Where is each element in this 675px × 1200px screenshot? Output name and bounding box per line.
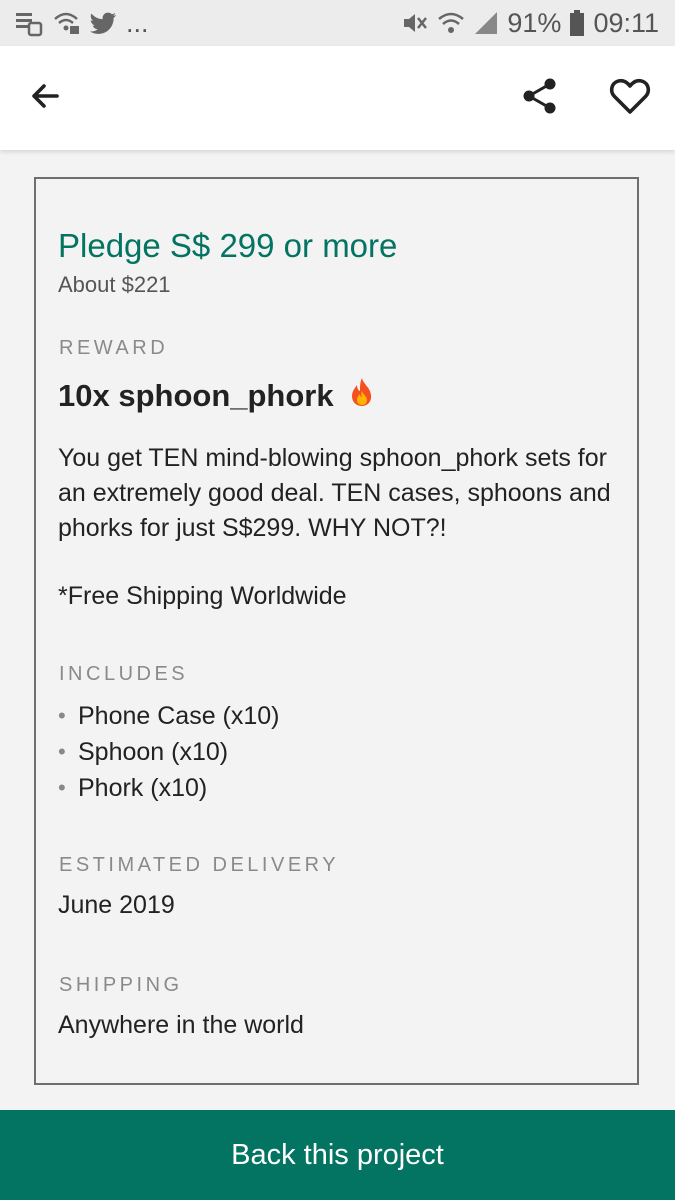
delivery-section-label: ESTIMATED DELIVERY	[59, 854, 340, 876]
reward-section-label: REWARD	[59, 337, 169, 359]
signal-icon	[473, 10, 499, 36]
battery-icon	[569, 9, 585, 37]
status-overflow-text: ...	[126, 7, 149, 38]
bullet: •	[58, 703, 66, 728]
app-toolbar	[0, 46, 675, 150]
reward-title: 10x sphoon_phork	[58, 377, 376, 415]
shipping-value: Anywhere in the world	[58, 1011, 304, 1039]
reward-title-text: 10x sphoon_phork	[58, 378, 334, 413]
heart-outline-icon	[609, 76, 651, 121]
reward-description: You get TEN mind-blowing sphoon_phork se…	[58, 444, 611, 542]
bullet: •	[58, 739, 66, 764]
favorite-button[interactable]	[602, 70, 658, 126]
list-item: • Phone Case (x10)	[58, 698, 280, 734]
wifi-lock-icon	[52, 9, 82, 37]
twitter-icon	[90, 10, 118, 36]
back-button[interactable]	[17, 70, 73, 126]
share-button[interactable]	[512, 70, 568, 126]
notification-stack-icon	[14, 9, 44, 37]
back-project-button[interactable]: Back this project	[0, 1110, 675, 1200]
includes-section-label: INCLUDES	[59, 663, 189, 685]
wifi-icon	[437, 9, 465, 37]
bullet: •	[58, 775, 66, 800]
status-time: 09:11	[593, 7, 659, 38]
status-bar-right: 91% 09:11	[401, 6, 659, 40]
list-item: • Phork (x10)	[58, 770, 280, 806]
delivery-value: June 2019	[58, 891, 175, 919]
includes-list: • Phone Case (x10) • Sphoon (x10) • Phork (…	[58, 698, 280, 806]
include-item-label: Sphoon (x10)	[78, 738, 229, 766]
include-item-label: Phone Case (x10)	[78, 702, 280, 730]
status-bar: ... 91% 09:11	[0, 0, 675, 46]
pledge-amount: Pledge S$ 299 or more	[58, 227, 398, 264]
share-icon	[520, 76, 560, 121]
reward-card: Pledge S$ 299 or more About $221 REWARD …	[34, 177, 639, 1085]
status-bar-left: ...	[14, 8, 149, 38]
mute-icon	[401, 9, 429, 37]
pledge-converted-amount: About $221	[58, 272, 171, 297]
fire-icon	[348, 377, 376, 415]
list-item: • Sphoon (x10)	[58, 734, 280, 770]
arrow-left-icon	[27, 78, 63, 119]
battery-percent: 91%	[507, 7, 562, 38]
shipping-section-label: SHIPPING	[59, 974, 183, 996]
free-shipping-note: *Free Shipping Worldwide	[58, 582, 347, 610]
include-item-label: Phork (x10)	[78, 774, 208, 802]
